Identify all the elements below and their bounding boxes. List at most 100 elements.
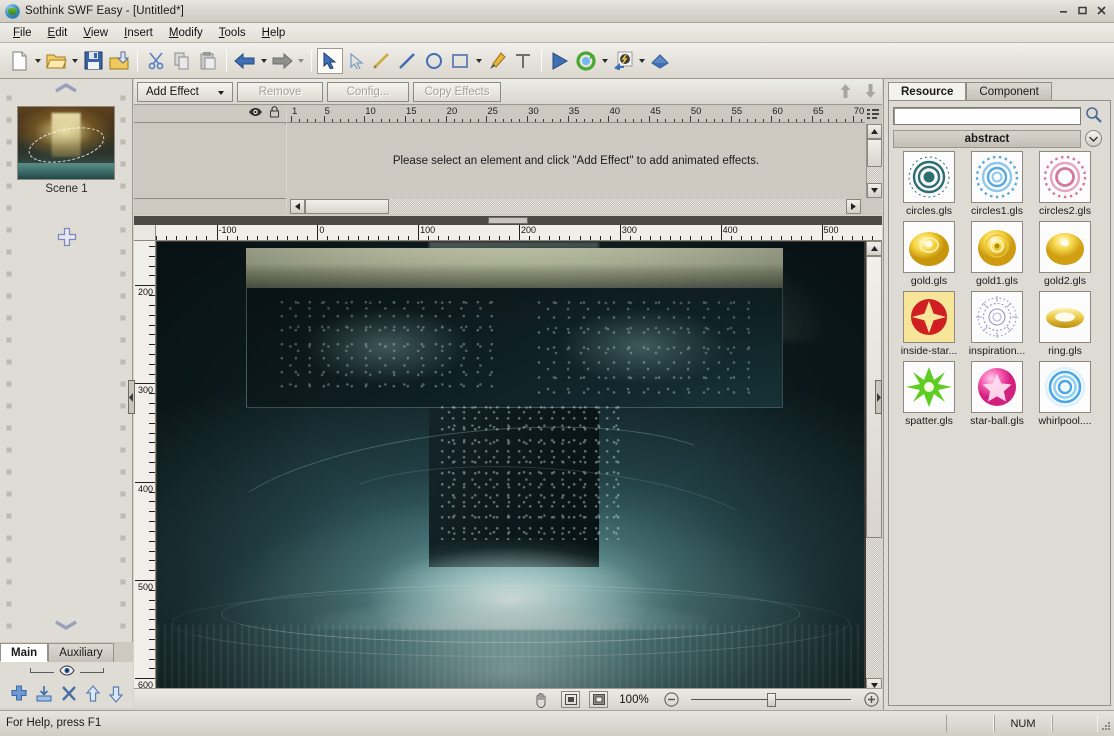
- right-panel-splitter[interactable]: [875, 380, 882, 414]
- resource-item[interactable]: spatter.gls: [895, 361, 963, 427]
- tab-main[interactable]: Main: [0, 643, 49, 662]
- resource-thumbnail[interactable]: [903, 361, 955, 413]
- timeline-layer-list[interactable]: [134, 124, 286, 198]
- open-folder-dropdown-icon[interactable]: [69, 48, 80, 74]
- eye-icon[interactable]: [58, 665, 75, 679]
- maximize-button[interactable]: [1074, 3, 1091, 18]
- config-effect-button[interactable]: Config...: [327, 81, 409, 102]
- cut-scissors-icon[interactable]: [143, 48, 169, 74]
- tab-resource[interactable]: Resource: [888, 82, 967, 101]
- resize-grip[interactable]: [1099, 720, 1112, 733]
- chevron-down-circle-icon[interactable]: [1085, 130, 1102, 147]
- menu-tools[interactable]: Tools: [211, 25, 254, 41]
- new-document-dropdown-icon[interactable]: [32, 48, 43, 74]
- timeline-vertical-scrollbar[interactable]: [866, 124, 882, 198]
- timeline-ruler[interactable]: 1 5 10 15 20 25 30 35 40 45 50 55 60 65 70: [287, 105, 865, 123]
- hand-icon[interactable]: [530, 691, 552, 709]
- search-input[interactable]: [893, 107, 1081, 125]
- zoom-slider[interactable]: [691, 692, 851, 708]
- effect-move-up-icon[interactable]: [838, 82, 853, 103]
- fit-page-icon[interactable]: [561, 691, 580, 708]
- new-document-icon[interactable]: [6, 48, 32, 74]
- timeline-horizontal-scrollbar[interactable]: [287, 199, 882, 215]
- timeline-hscroll-thumb[interactable]: [305, 199, 389, 214]
- flash-export-dropdown-icon[interactable]: [636, 48, 647, 74]
- resource-thumbnail[interactable]: [903, 221, 955, 273]
- remove-effect-button[interactable]: Remove: [237, 81, 323, 102]
- resource-thumbnail[interactable]: [971, 151, 1023, 203]
- refresh-icon[interactable]: [573, 48, 599, 74]
- resource-thumbnail[interactable]: [971, 221, 1023, 273]
- resource-item[interactable]: whirlpool....: [1031, 361, 1099, 427]
- tab-auxiliary[interactable]: Auxiliary: [48, 643, 114, 662]
- tab-component[interactable]: Component: [966, 82, 1052, 101]
- artboard-canvas[interactable]: [157, 242, 864, 693]
- resource-thumbnail[interactable]: [903, 291, 955, 343]
- rectangle-icon[interactable]: [447, 48, 473, 74]
- refresh-dropdown-icon[interactable]: [599, 48, 610, 74]
- move-up-icon[interactable]: [85, 684, 101, 706]
- play-icon[interactable]: [547, 48, 573, 74]
- pencil-icon[interactable]: [369, 48, 395, 74]
- copy-effects-button[interactable]: Copy Effects: [413, 81, 501, 102]
- resource-thumbnail[interactable]: [1039, 221, 1091, 273]
- resource-thumbnail[interactable]: [1039, 361, 1091, 413]
- horizontal-splitter[interactable]: [134, 216, 882, 225]
- resource-item[interactable]: star-ball.gls: [963, 361, 1031, 427]
- add-plus-icon[interactable]: [10, 684, 28, 706]
- scroll-right-arrow[interactable]: [846, 199, 861, 214]
- zoom-out-icon[interactable]: [660, 691, 682, 709]
- resource-thumbnail[interactable]: [1039, 291, 1091, 343]
- search-magnifier-icon[interactable]: [1085, 106, 1102, 126]
- delete-x-icon[interactable]: [60, 685, 78, 706]
- horizontal-ruler[interactable]: -100 0 100 200 300 400 500: [156, 225, 882, 241]
- resource-item[interactable]: ring.gls: [1031, 291, 1099, 357]
- undo-dropdown-icon[interactable]: [258, 48, 269, 74]
- undo-arrow-icon[interactable]: [232, 48, 258, 74]
- save-icon[interactable]: [80, 48, 106, 74]
- add-effect-caret-icon[interactable]: [208, 86, 224, 98]
- menu-modify[interactable]: Modify: [161, 25, 211, 41]
- resource-item[interactable]: circles.gls: [895, 151, 963, 217]
- menu-edit[interactable]: Edit: [40, 25, 76, 41]
- zoom-in-icon[interactable]: [860, 691, 882, 709]
- add-scene-button[interactable]: [57, 227, 77, 250]
- resource-thumbnail[interactable]: [971, 291, 1023, 343]
- scroll-up-arrow[interactable]: [867, 124, 882, 139]
- category-header[interactable]: abstract: [893, 129, 1081, 148]
- import-icon[interactable]: [35, 685, 53, 706]
- copy-icon[interactable]: [169, 48, 195, 74]
- resource-item[interactable]: gold.gls: [895, 221, 963, 287]
- timeline-vscroll-thumb[interactable]: [867, 139, 882, 167]
- lock-icon[interactable]: [269, 106, 280, 121]
- vertical-ruler[interactable]: 200 300 400 500 600: [134, 241, 156, 693]
- fit-selection-icon[interactable]: [589, 691, 608, 708]
- select-arrow-icon[interactable]: [317, 47, 343, 74]
- resource-thumbnail[interactable]: [1039, 151, 1091, 203]
- resource-item[interactable]: gold1.gls: [963, 221, 1031, 287]
- scroll-left-arrow[interactable]: [290, 199, 305, 214]
- stage-vertical-scrollbar[interactable]: [866, 241, 882, 693]
- menu-insert[interactable]: Insert: [116, 25, 161, 41]
- eye-icon[interactable]: [248, 107, 263, 120]
- chevron-up-icon[interactable]: [53, 82, 79, 97]
- menu-file[interactable]: File: [5, 25, 40, 41]
- close-button[interactable]: [1093, 3, 1110, 18]
- resource-thumbnail[interactable]: [971, 361, 1023, 413]
- splitter-grip[interactable]: [488, 217, 528, 224]
- scroll-up-arrow[interactable]: [866, 241, 882, 256]
- resource-item[interactable]: inside-star...: [895, 291, 963, 357]
- scene-thumbnail[interactable]: [17, 106, 115, 180]
- resource-item[interactable]: gold2.gls: [1031, 221, 1099, 287]
- text-icon[interactable]: [510, 48, 536, 74]
- resource-item[interactable]: inspiration...: [963, 291, 1031, 357]
- ellipse-icon[interactable]: [421, 48, 447, 74]
- menu-help[interactable]: Help: [254, 25, 294, 41]
- resource-item[interactable]: circles2.gls: [1031, 151, 1099, 217]
- flash-export-icon[interactable]: [610, 48, 636, 74]
- chevron-down-icon[interactable]: [53, 619, 79, 634]
- effect-move-down-icon[interactable]: [863, 82, 878, 103]
- add-effect-button[interactable]: Add Effect: [137, 81, 233, 102]
- timeline-vscroll-track[interactable]: [867, 139, 882, 183]
- minimize-button[interactable]: [1055, 3, 1072, 18]
